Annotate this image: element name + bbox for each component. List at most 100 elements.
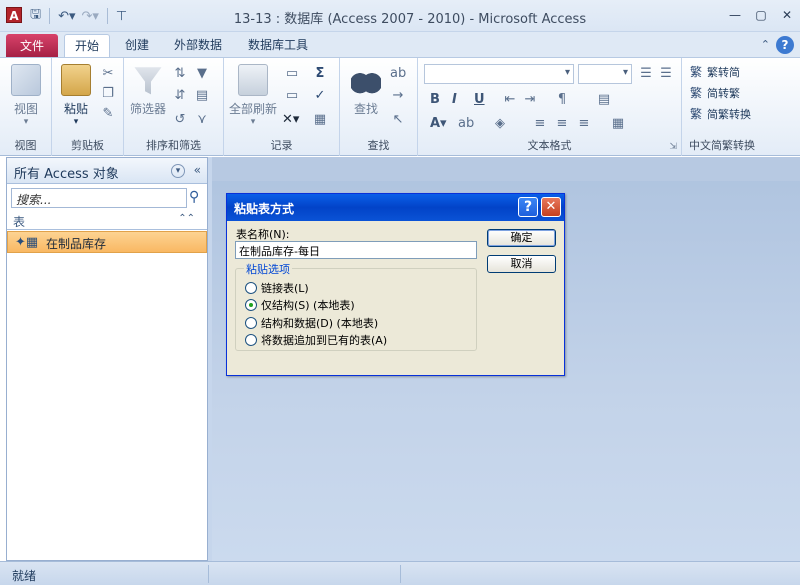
radio-structure-and-data[interactable] (245, 317, 257, 329)
option-structure-only[interactable]: 仅结构(S) (本地表) (245, 297, 355, 313)
access-app-icon[interactable]: A (6, 7, 22, 23)
group-find: 查找 ab → ↖ 查找 (340, 58, 418, 156)
undo-icon[interactable]: ↶▾ (58, 9, 75, 24)
window-title: 13-13 : 数据库 (Access 2007 - 2010) - Micro… (233, 12, 587, 27)
option-link-table[interactable]: 链接表(L) (245, 280, 309, 296)
conversion-button[interactable]: 繁 简繁转换 (690, 106, 751, 122)
trad-to-simp-button[interactable]: 繁 繁转简 (690, 64, 740, 80)
radio-structure-only[interactable] (245, 299, 257, 311)
sort-descending-icon[interactable]: ⇵ (172, 88, 188, 104)
sort-ascending-icon[interactable]: ⇅ (172, 66, 188, 82)
chevron-up-icon[interactable]: ⌃⌃ (178, 213, 195, 224)
tab-database-tools[interactable]: 数据库工具 (238, 32, 318, 58)
more-icon[interactable]: ▦ (312, 112, 328, 128)
chevron-down-icon[interactable]: ▾ (171, 164, 185, 178)
align-left-icon[interactable]: ≡ (532, 116, 548, 132)
group-clipboard: 粘贴 ▾ ✂ ❐ ✎ 剪贴板 (52, 58, 124, 156)
dialog-title-bar[interactable]: 粘贴表方式 ? ✕ (227, 194, 564, 221)
nav-search-input[interactable]: 搜索... (11, 188, 187, 208)
minimize-button[interactable]: — (726, 6, 744, 24)
font-color-icon[interactable]: A▾ (430, 116, 447, 131)
format-painter-icon[interactable]: ✎ (100, 106, 116, 122)
nav-header[interactable]: 所有 Access 对象 ▾ « (7, 158, 207, 184)
tab-external-data[interactable]: 外部数据 (164, 32, 232, 58)
table-name-input[interactable]: 在制品库存-每日 (235, 241, 477, 259)
group-label-sort-filter: 排序和筛选 (146, 139, 201, 152)
delete-record-icon[interactable]: ✕▾ (282, 112, 299, 128)
cancel-button[interactable]: 取消 (487, 255, 556, 273)
close-button[interactable]: ✕ (778, 6, 796, 24)
font-size-dropdown[interactable] (578, 64, 632, 84)
gridlines-icon[interactable]: ▤ (596, 92, 612, 108)
font-name-dropdown[interactable] (424, 64, 574, 84)
selection-filter-icon[interactable]: ▼ (194, 66, 210, 82)
new-record-icon[interactable]: ▭ (284, 66, 300, 82)
simp-to-trad-button[interactable]: 繁 简转繁 (690, 85, 740, 101)
radio-append-data[interactable] (245, 334, 257, 346)
dialog-launcher-icon[interactable]: ⇲ (669, 142, 677, 152)
collapse-pane-icon[interactable]: « (194, 163, 201, 177)
title-bar: A 🖫 ↶▾ ↷▾ ⊤ 13-13 : 数据库 (Access 2007 - 2… (0, 0, 800, 32)
refresh-all-button[interactable]: 全部刷新 ▾ (228, 64, 278, 127)
view-button[interactable]: 视图 ▾ (6, 64, 46, 127)
select-icon[interactable]: ↖ (390, 112, 406, 128)
help-icon[interactable]: ? (776, 36, 794, 54)
customize-qat-icon[interactable]: ⊤ (116, 9, 127, 24)
nav-item-label: 在制品库存 (46, 237, 107, 251)
copy-icon[interactable]: ❐ (100, 86, 116, 102)
navigation-pane: 所有 Access 对象 ▾ « 搜索... ⚲ 表 ⌃⌃ ✦▦ 在制品库存 (6, 157, 208, 561)
search-icon[interactable]: ⚲ (189, 189, 199, 205)
group-label-find: 查找 (367, 139, 390, 152)
tab-create[interactable]: 创建 (114, 32, 160, 58)
nav-group-tables[interactable]: 表 ⌃⌃ (7, 212, 207, 230)
group-records: 全部刷新 ▾ ▭ ▭ ✕▾ Σ ✓ ▦ 记录 (224, 58, 340, 156)
paste-button[interactable]: 粘贴 ▾ (56, 64, 96, 127)
minimize-ribbon-icon[interactable]: ⌃ (761, 38, 770, 51)
group-label-chinese-conversion: 中文简繁转换 (689, 139, 755, 152)
radio-link-table[interactable] (245, 282, 257, 294)
cut-icon[interactable]: ✂ (100, 66, 116, 82)
highlight-icon[interactable]: ab (458, 116, 474, 132)
alternate-row-icon[interactable]: ▦ (610, 116, 626, 132)
bold-icon[interactable]: B (430, 92, 440, 107)
qat-separator (106, 8, 108, 24)
option-structure-and-data[interactable]: 结构和数据(D) (本地表) (245, 315, 378, 331)
fill-color-icon[interactable]: ◈ (492, 116, 508, 132)
dialog-help-button[interactable]: ? (518, 197, 538, 217)
numbering-icon[interactable]: ☰ (658, 66, 674, 82)
align-center-icon[interactable]: ≡ (554, 116, 570, 132)
text-direction-icon[interactable]: ¶ (554, 92, 570, 108)
replace-icon[interactable]: ab (390, 66, 406, 82)
status-bar: 就绪 (0, 561, 800, 585)
redo-icon[interactable]: ↷▾ (82, 9, 99, 24)
decrease-indent-icon[interactable]: ⇤ (502, 92, 518, 108)
ok-button[interactable]: 确定 (487, 229, 556, 247)
option-append-data[interactable]: 将数据追加到已有的表(A) (245, 332, 387, 348)
advanced-filter-icon[interactable]: ▤ (194, 88, 210, 104)
table-name-label: 表名称(N): (236, 228, 290, 241)
filter-button[interactable]: 筛选器 (128, 64, 168, 117)
save-icon[interactable]: 🖫 (30, 5, 41, 27)
spelling-icon[interactable]: ✓ (312, 88, 328, 104)
remove-sort-icon[interactable]: ↺ (172, 112, 188, 128)
align-right-icon[interactable]: ≡ (576, 116, 592, 132)
paste-table-dialog: 粘贴表方式 ? ✕ 表名称(N): 在制品库存-每日 确定 取消 粘贴选项 链接… (226, 193, 565, 376)
conversion-icon: 繁 (690, 107, 703, 121)
status-separator (208, 565, 209, 583)
status-text: 就绪 (12, 569, 37, 583)
maximize-button[interactable]: ▢ (752, 6, 770, 24)
underline-icon[interactable]: U (474, 92, 485, 107)
simp-to-trad-label: 简转繁 (707, 87, 740, 100)
toggle-filter-icon[interactable]: ⋎ (194, 112, 210, 128)
bullets-icon[interactable]: ☰ (638, 66, 654, 82)
dialog-close-button[interactable]: ✕ (541, 197, 561, 217)
tab-home[interactable]: 开始 (64, 34, 110, 58)
find-button[interactable]: 查找 (346, 64, 386, 117)
goto-icon[interactable]: → (390, 88, 406, 104)
italic-icon[interactable]: I (452, 92, 457, 107)
increase-indent-icon[interactable]: ⇥ (522, 92, 538, 108)
totals-icon[interactable]: Σ (312, 66, 328, 82)
nav-item-table[interactable]: ✦▦ 在制品库存 (7, 231, 207, 253)
save-record-icon[interactable]: ▭ (284, 88, 300, 104)
tab-file[interactable]: 文件 (6, 34, 58, 58)
